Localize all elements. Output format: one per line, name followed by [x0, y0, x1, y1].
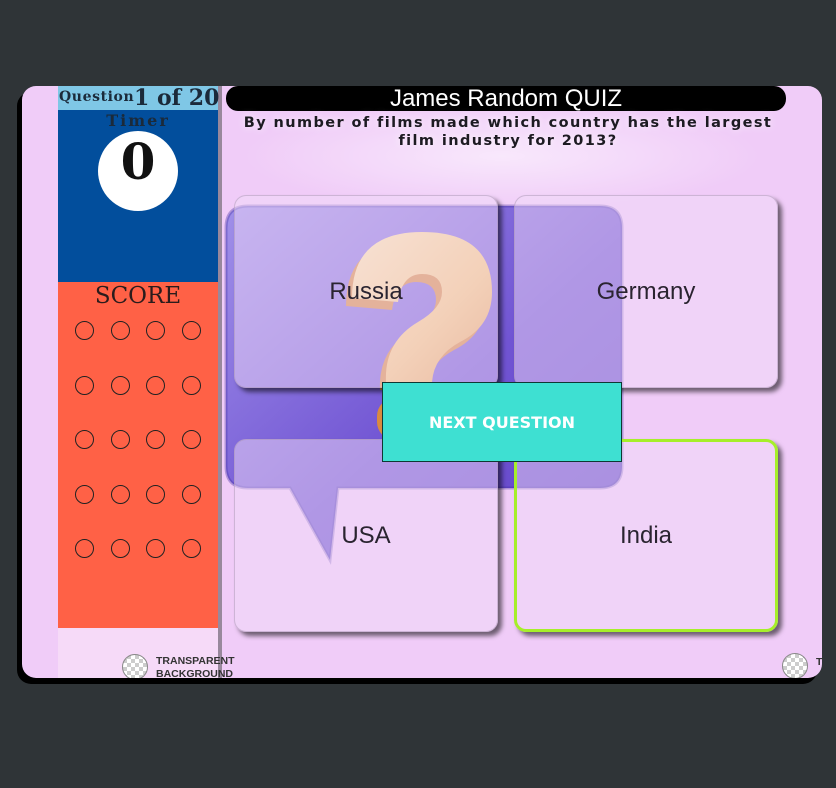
timer-label: Timer — [106, 111, 170, 130]
question-counter-value: 1 of 20 — [134, 86, 220, 111]
badge-partial-text: T — [816, 656, 822, 668]
score-slot — [146, 375, 165, 395]
quiz-title: James Random QUIZ — [226, 86, 786, 111]
answer-option-1[interactable]: Russia — [234, 195, 498, 388]
score-slot — [75, 321, 94, 340]
quiz-app: James Random QUIZ By number of films mad… — [22, 86, 822, 678]
score-slot — [110, 484, 130, 504]
score-slot — [75, 375, 94, 395]
score-slot — [75, 484, 94, 504]
sidebar: Question 1 of 20 Timer 0 SCORE TRANSPARE… — [58, 86, 235, 678]
question-counter-label: Question — [59, 89, 135, 105]
transparency-checker-icon — [782, 653, 808, 678]
score-slot — [146, 321, 165, 340]
score-slot — [181, 484, 201, 504]
timer-value: 0 — [98, 131, 178, 211]
answer-option-3[interactable]: USA — [234, 439, 498, 632]
next-question-button[interactable]: NEXT QUESTION — [382, 382, 622, 462]
score-panel: SCORE — [58, 282, 218, 628]
answer-option-2[interactable]: Germany — [514, 195, 778, 388]
score-slot — [110, 375, 130, 395]
question-counter: Question 1 of 20 — [58, 86, 220, 111]
badge-text-line2: BACKGROUND — [156, 668, 233, 678]
score-slot — [146, 539, 165, 558]
score-slot — [110, 539, 130, 558]
transparency-checker-icon — [122, 654, 148, 678]
score-slot — [146, 484, 165, 504]
question-text: By number of films made which country ha… — [243, 115, 773, 149]
score-slot — [181, 321, 201, 340]
sidebar-footer: TRANSPARENT BACKGROUND — [58, 628, 235, 678]
score-slot — [110, 321, 130, 340]
score-slot — [75, 539, 94, 558]
badge-text-line1: TRANSPARENT — [156, 655, 235, 667]
score-slot — [110, 430, 130, 449]
score-slot — [181, 539, 201, 558]
score-label: SCORE — [94, 283, 182, 309]
score-slot — [181, 430, 201, 449]
timer-panel: Timer 0 — [58, 110, 218, 282]
score-slot — [75, 430, 94, 449]
score-slot — [146, 430, 165, 449]
score-slot — [181, 375, 201, 395]
answer-option-4[interactable]: India — [514, 439, 778, 632]
